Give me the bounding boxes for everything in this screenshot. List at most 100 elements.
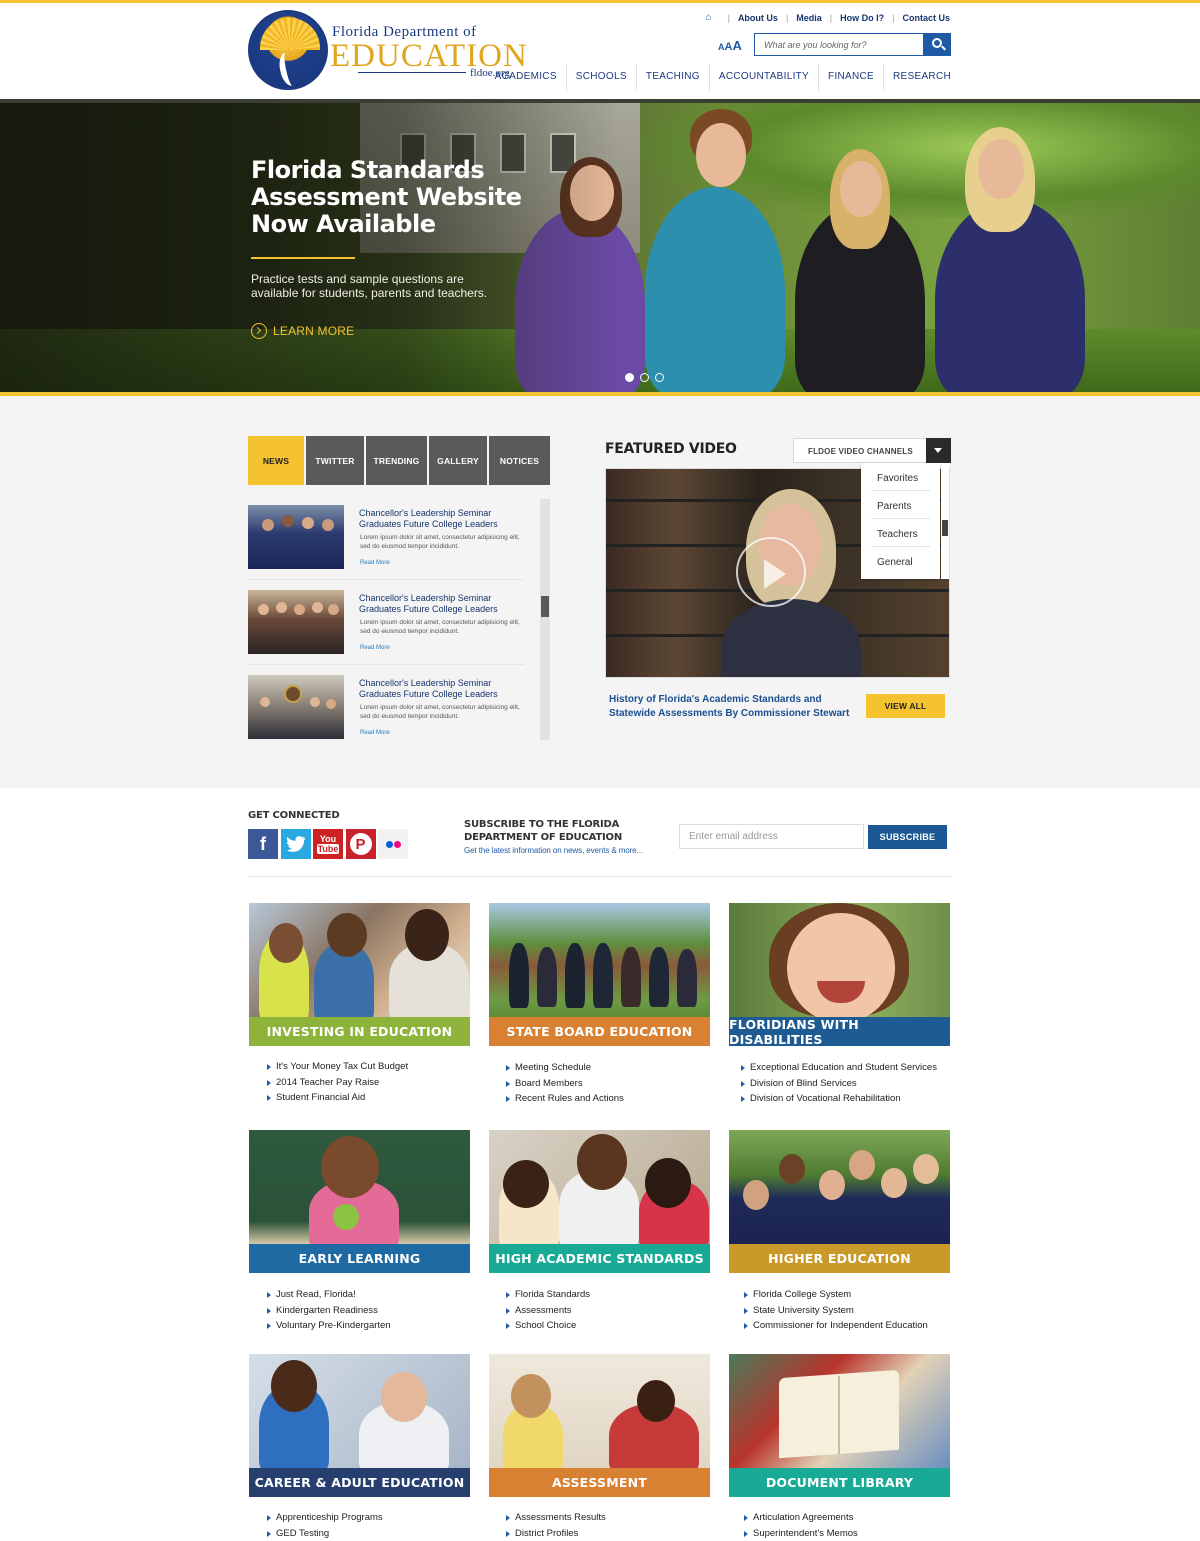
tab-news[interactable]: NEWS xyxy=(248,436,304,485)
channel-option-general[interactable]: General xyxy=(871,547,930,575)
news-thumbnail xyxy=(248,590,344,654)
pinterest-icon[interactable]: P xyxy=(346,829,376,859)
card-link[interactable]: Assessments xyxy=(502,1303,732,1319)
carousel-dots xyxy=(625,373,670,382)
card-image xyxy=(489,1354,710,1468)
read-more-link[interactable]: Read More xyxy=(360,645,390,651)
read-more-link[interactable]: Read More xyxy=(360,560,390,566)
facebook-icon[interactable]: f xyxy=(248,829,278,859)
card-link[interactable]: State University System xyxy=(740,1303,970,1319)
hero-learn-more-link[interactable]: LEARN MORE xyxy=(251,323,354,339)
card-state-board[interactable]: STATE BOARD EDUCATION xyxy=(489,903,710,1046)
carousel-dot-3[interactable] xyxy=(655,373,664,382)
email-field[interactable]: Enter email address xyxy=(679,824,864,849)
nav-teaching[interactable]: TEACHING xyxy=(636,64,709,91)
card-link[interactable]: Articulation Agreements xyxy=(740,1510,970,1526)
site-logo[interactable]: Florida Department of EDUCATION fldoe.or… xyxy=(248,10,523,90)
flickr-icon[interactable] xyxy=(378,829,408,859)
card-link[interactable]: It's Your Money Tax Cut Budget xyxy=(263,1059,493,1075)
main-nav: ACADEMICS SCHOOLS TEACHING ACCOUNTABILIT… xyxy=(486,64,951,91)
video-caption[interactable]: History of Florida's Academic Standards … xyxy=(609,693,859,720)
card-title-bar: FLORIDIANS WITH DISABILITIES xyxy=(729,1017,950,1046)
tab-notices[interactable]: NOTICES xyxy=(489,436,550,485)
news-item[interactable]: Chancellor's Leadership Seminar Graduate… xyxy=(248,505,524,575)
card-link[interactable]: Assessments Results xyxy=(502,1510,732,1526)
channel-option-parents[interactable]: Parents xyxy=(871,491,930,519)
channel-option-favorites[interactable]: Favorites xyxy=(871,463,930,491)
card-link[interactable]: Florida College System xyxy=(740,1287,970,1303)
card-link[interactable]: Voluntary Pre-Kindergarten xyxy=(263,1318,493,1334)
util-link-howdoi[interactable]: How Do I? xyxy=(840,13,884,23)
nav-academics[interactable]: ACADEMICS xyxy=(486,64,566,91)
carousel-dot-2[interactable] xyxy=(640,373,649,382)
sun-icon xyxy=(260,18,320,50)
card-higher-education[interactable]: HIGHER EDUCATION xyxy=(729,1130,950,1273)
card-link[interactable]: Apprenticeship Programs xyxy=(263,1510,493,1526)
news-item[interactable]: Chancellor's Leadership Seminar Graduate… xyxy=(248,675,524,745)
view-all-button[interactable]: VIEW ALL xyxy=(866,694,945,718)
card-image xyxy=(729,1130,950,1244)
twitter-icon[interactable] xyxy=(281,829,311,859)
card-link[interactable]: Student Financial Aid xyxy=(263,1090,493,1106)
card-link[interactable]: Commissioner for Independent Education xyxy=(740,1318,970,1334)
hero-carousel xyxy=(0,99,1200,392)
util-link-about[interactable]: About Us xyxy=(738,13,778,23)
card-assessment[interactable]: ASSESSMENT xyxy=(489,1354,710,1497)
nav-schools[interactable]: SCHOOLS xyxy=(566,64,636,91)
card-link[interactable]: District Profiles xyxy=(502,1526,732,1541)
card-link[interactable]: GED Testing xyxy=(263,1526,493,1541)
tab-twitter[interactable]: TWITTER xyxy=(306,436,364,485)
card-link[interactable]: School Choice xyxy=(502,1318,732,1334)
news-headline[interactable]: Chancellor's Leadership Seminar Graduate… xyxy=(359,508,529,529)
news-headline[interactable]: Chancellor's Leadership Seminar Graduate… xyxy=(359,678,529,699)
search-input[interactable]: What are you looking for? xyxy=(754,33,924,56)
font-size-control[interactable]: AAA xyxy=(718,37,742,55)
social-icons: f YouTube P xyxy=(248,829,411,859)
tab-gallery[interactable]: GALLERY xyxy=(429,436,487,485)
card-link[interactable]: Division of Blind Services xyxy=(737,1076,967,1092)
card-link[interactable]: Division of Vocational Rehabilitation xyxy=(737,1091,967,1107)
dropdown-scroll-thumb[interactable] xyxy=(942,520,948,536)
card-link[interactable]: Exceptional Education and Student Servic… xyxy=(737,1060,967,1076)
card-link[interactable]: Florida Standards xyxy=(502,1287,732,1303)
nav-research[interactable]: RESEARCH xyxy=(883,64,951,91)
card-investing[interactable]: INVESTING IN EDUCATION xyxy=(249,903,470,1046)
path-icon xyxy=(277,51,302,88)
news-item[interactable]: Chancellor's Leadership Seminar Graduate… xyxy=(248,590,524,660)
card-link[interactable]: Board Members xyxy=(502,1076,732,1092)
card-link[interactable]: Kindergarten Readiness xyxy=(263,1303,493,1319)
util-link-media[interactable]: Media xyxy=(796,13,822,23)
carousel-dot-1[interactable] xyxy=(625,373,634,382)
news-scroll-thumb[interactable] xyxy=(541,596,549,617)
read-more-link[interactable]: Read More xyxy=(360,730,390,736)
card-link[interactable]: Superintendent's Memos xyxy=(740,1526,970,1541)
play-icon[interactable] xyxy=(736,537,806,607)
card-link[interactable]: Meeting Schedule xyxy=(502,1060,732,1076)
nav-accountability[interactable]: ACCOUNTABILITY xyxy=(709,64,818,91)
news-summary: Lorem ipsum dolor sit amet, consectetur … xyxy=(360,619,530,636)
subscribe-subtitle: Get the latest information on news, even… xyxy=(464,846,643,855)
nav-finance[interactable]: FINANCE xyxy=(818,64,883,91)
channel-option-teachers[interactable]: Teachers xyxy=(871,519,930,547)
util-link-contact[interactable]: Contact Us xyxy=(902,13,950,23)
news-scrollbar[interactable] xyxy=(540,499,550,740)
card-document-library[interactable]: DOCUMENT LIBRARY xyxy=(729,1354,950,1497)
news-headline[interactable]: Chancellor's Leadership Seminar Graduate… xyxy=(359,593,529,614)
search-button[interactable] xyxy=(924,33,951,56)
card-link[interactable]: 2014 Teacher Pay Raise xyxy=(263,1075,493,1091)
card-link[interactable]: Recent Rules and Actions xyxy=(502,1091,732,1107)
card-links-high-standards: Florida Standards Assessments School Cho… xyxy=(502,1287,732,1334)
card-disabilities[interactable]: FLORIDIANS WITH DISABILITIES xyxy=(729,903,950,1046)
card-career-adult[interactable]: CAREER & ADULT EDUCATION xyxy=(249,1354,470,1497)
youtube-icon[interactable]: YouTube xyxy=(313,829,343,859)
home-icon[interactable]: ⌂ xyxy=(706,12,712,23)
tab-trending[interactable]: TRENDING xyxy=(366,436,427,485)
chevron-down-icon[interactable] xyxy=(926,438,951,463)
card-early-learning[interactable]: EARLY LEARNING xyxy=(249,1130,470,1273)
card-high-standards[interactable]: HIGH ACADEMIC STANDARDS xyxy=(489,1130,710,1273)
subscribe-button[interactable]: SUBSCRIBE xyxy=(868,825,947,849)
card-image xyxy=(249,903,470,1017)
card-link[interactable]: Just Read, Florida! xyxy=(263,1287,493,1303)
card-links-career-adult: Apprenticeship Programs GED Testing xyxy=(263,1510,493,1541)
logo-emblem xyxy=(248,10,328,90)
